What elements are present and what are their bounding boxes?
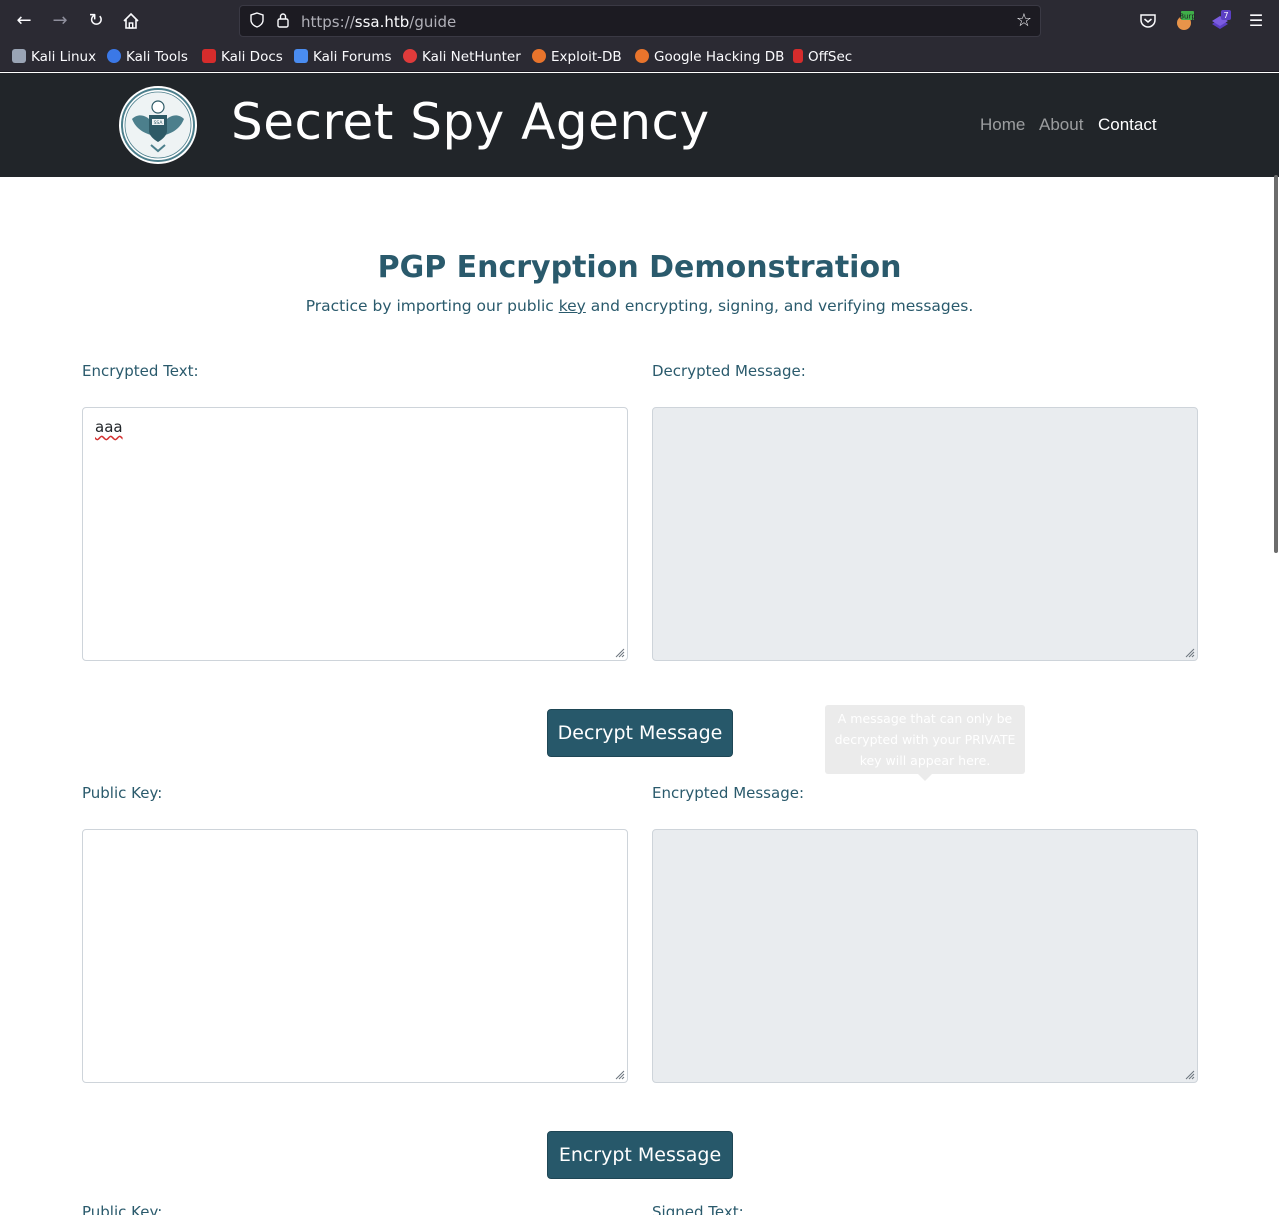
extension-badge-count: 7 — [1223, 11, 1228, 20]
nav-link-contact[interactable]: Contact — [1098, 115, 1157, 135]
encrypted-text-value: aaa — [95, 418, 123, 436]
resize-grip-icon[interactable] — [615, 648, 625, 658]
kali-forums-icon — [294, 49, 308, 63]
ghdb-icon — [635, 49, 649, 63]
pocket-icon[interactable] — [1136, 9, 1160, 33]
resize-grip-icon[interactable] — [1185, 648, 1195, 658]
bookmark-kali-nethunter[interactable]: Kali NetHunter — [403, 48, 521, 66]
url-scheme: https:// — [301, 13, 355, 31]
bookmark-exploit-db[interactable]: Exploit-DB — [532, 48, 622, 66]
tracking-protection-shield-icon[interactable] — [248, 12, 266, 30]
kali-dragon-icon — [12, 49, 26, 63]
bookmark-label: Exploit-DB — [551, 49, 622, 65]
encrypt-message-button[interactable]: Encrypt Message — [547, 1131, 733, 1179]
decrypt-message-button[interactable]: Decrypt Message — [547, 709, 733, 757]
url-host: ssa.htb — [354, 13, 410, 31]
kali-docs-icon — [202, 49, 216, 63]
encrypted-text-input[interactable]: aaa — [82, 407, 628, 661]
signed-text-label: Signed Text: — [652, 1203, 744, 1215]
bookmark-label: OffSec — [808, 49, 853, 65]
encrypted-text-label: Encrypted Text: — [82, 362, 199, 380]
encrypted-message-output[interactable] — [652, 829, 1198, 1083]
bookmark-kali-tools[interactable]: Kali Tools — [107, 48, 188, 66]
url-path: /guide — [409, 13, 457, 31]
back-arrow-icon[interactable]: ← — [12, 9, 36, 33]
bookmark-kali-linux[interactable]: Kali Linux — [12, 48, 96, 66]
bookmark-label: Kali NetHunter — [422, 49, 521, 65]
burp-extension-icon[interactable]: Burp — [1172, 9, 1196, 33]
decrypted-message-label: Decrypted Message: — [652, 362, 806, 380]
decrypted-message-output[interactable] — [652, 407, 1198, 661]
address-bar[interactable]: https://ssa.htb/guide ☆ — [239, 5, 1041, 37]
page-heading: PGP Encryption Demonstration — [377, 250, 902, 285]
exploit-db-icon — [532, 49, 546, 63]
tooltip-arrow — [918, 774, 932, 781]
site-title[interactable]: Secret Spy Agency — [231, 93, 710, 151]
bookmark-label: Kali Tools — [126, 49, 188, 65]
public-key-input[interactable] — [82, 829, 628, 1083]
forward-arrow-icon[interactable]: → — [48, 9, 72, 33]
browser-toolbar: ← → ↻ https://ssa.htb/guide ☆ Burp 7 ☰ — [0, 0, 1279, 42]
extension-badge-icon[interactable]: 7 — [1208, 9, 1232, 33]
encrypted-message-label: Encrypted Message: — [652, 784, 804, 802]
nethunter-icon — [403, 49, 417, 63]
bookmarks-bar: Kali Linux Kali Tools Kali Docs Kali For… — [0, 42, 1279, 72]
bookmark-offsec[interactable]: OffSec — [793, 48, 852, 66]
nav-link-about[interactable]: About — [1039, 115, 1083, 135]
agency-seal-logo[interactable]: SSA — [118, 85, 198, 165]
lead-text-before: Practice by importing our public — [305, 297, 559, 315]
burp-badge-text: Burp — [1179, 13, 1195, 21]
home-icon[interactable] — [119, 9, 143, 33]
bookmark-label: Google Hacking DB — [654, 49, 785, 65]
hamburger-menu-icon[interactable]: ☰ — [1244, 9, 1268, 33]
nav-link-home[interactable]: Home — [980, 115, 1025, 135]
page-lead: Practice by importing our public key and… — [0, 297, 1279, 315]
reload-icon[interactable]: ↻ — [84, 9, 108, 33]
lock-icon[interactable] — [276, 12, 292, 30]
public-key-link[interactable]: key — [559, 297, 586, 315]
bookmark-google-hacking-db[interactable]: Google Hacking DB — [635, 48, 784, 66]
resize-grip-icon[interactable] — [1185, 1070, 1195, 1080]
resize-grip-icon[interactable] — [615, 1070, 625, 1080]
bookmark-kali-docs[interactable]: Kali Docs — [202, 48, 283, 66]
page-scrollbar[interactable] — [1274, 175, 1278, 553]
site-header: SSA Secret Spy Agency Home About Contact — [0, 73, 1279, 177]
bookmark-star-icon[interactable]: ☆ — [1016, 11, 1032, 31]
bookmark-label: Kali Linux — [31, 49, 97, 65]
seal-text: SSA — [154, 120, 164, 126]
offsec-icon — [793, 49, 803, 63]
bookmark-label: Kali Forums — [313, 49, 392, 65]
decrypt-tooltip: A message that can only be decrypted wit… — [825, 705, 1025, 774]
bookmark-label: Kali Docs — [221, 49, 283, 65]
url-text[interactable]: https://ssa.htb/guide — [301, 13, 456, 31]
public-key-label: Public Key: — [82, 784, 163, 802]
verify-public-key-label: Public Key: — [82, 1203, 163, 1215]
kali-tools-icon — [107, 49, 121, 63]
bookmark-kali-forums[interactable]: Kali Forums — [294, 48, 392, 66]
lead-text-after: and encrypting, signing, and verifying m… — [585, 297, 974, 315]
